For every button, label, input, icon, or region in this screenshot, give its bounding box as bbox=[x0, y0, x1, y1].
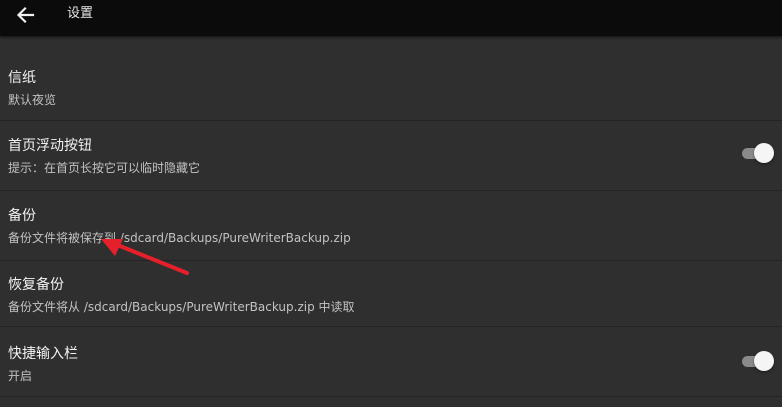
floating-button-toggle[interactable] bbox=[742, 142, 774, 164]
setting-subtitle: 备份文件将被保存到 /sdcard/Backups/PureWriterBack… bbox=[8, 231, 351, 245]
setting-item-restore-backup[interactable]: 恢复备份 备份文件将从 /sdcard/Backups/PureWriterBa… bbox=[0, 261, 782, 327]
divider bbox=[0, 396, 782, 397]
setting-item-quick-input-bar[interactable]: 快捷输入栏 开启 bbox=[0, 330, 782, 396]
setting-item-backup[interactable]: 备份 备份文件将被保存到 /sdcard/Backups/PureWriterB… bbox=[0, 192, 782, 258]
setting-item-stationery[interactable]: 信纸 默认夜览 bbox=[0, 54, 782, 120]
setting-title: 信纸 bbox=[8, 70, 36, 86]
page-title: 设置 bbox=[67, 6, 94, 21]
setting-subtitle: 默认夜览 bbox=[8, 93, 57, 107]
app-toolbar: 设置 bbox=[0, 0, 782, 36]
settings-screen: 设置 信纸 默认夜览 首页浮动按钮 提示：在首页长按它可以临时隐藏它 备份 备份… bbox=[0, 0, 782, 407]
setting-subtitle: 提示：在首页长按它可以临时隐藏它 bbox=[8, 161, 201, 175]
divider bbox=[0, 190, 782, 191]
setting-title: 首页浮动按钮 bbox=[8, 138, 92, 154]
setting-title: 恢复备份 bbox=[8, 277, 64, 293]
divider bbox=[0, 120, 782, 121]
setting-title: 备份 bbox=[8, 208, 36, 224]
back-button[interactable] bbox=[12, 3, 40, 27]
toggle-thumb bbox=[754, 351, 774, 371]
setting-item-floating-button[interactable]: 首页浮动按钮 提示：在首页长按它可以临时隐藏它 bbox=[0, 122, 782, 188]
quick-input-bar-toggle[interactable] bbox=[742, 350, 774, 372]
setting-title: 快捷输入栏 bbox=[8, 346, 78, 362]
divider bbox=[0, 326, 782, 327]
setting-subtitle: 开启 bbox=[8, 369, 33, 383]
setting-subtitle: 备份文件将从 /sdcard/Backups/PureWriterBackup.… bbox=[8, 300, 355, 314]
arrow-left-icon bbox=[12, 3, 40, 27]
toggle-thumb bbox=[754, 143, 774, 163]
